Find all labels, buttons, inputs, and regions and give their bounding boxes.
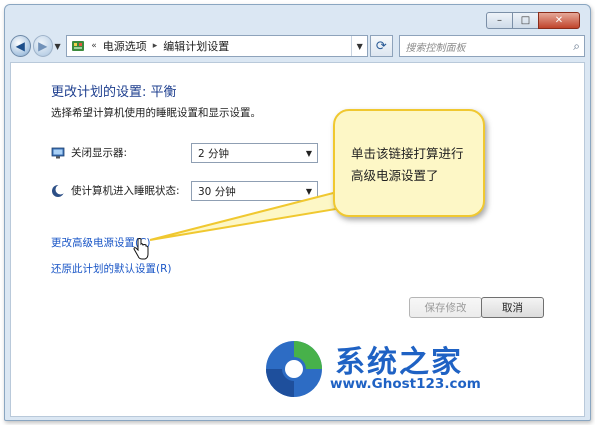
chevron-down-icon: ▼: [305, 186, 313, 196]
restore-defaults-link[interactable]: 还原此计划的默认设置(R): [51, 261, 172, 276]
setting-row-display: 关闭显示器:: [51, 145, 191, 160]
navigation-bar: ◀ ▶ ▼ « 电源选项 ▸ 编辑计划设置 ▼ ⟳ 搜索控制面板 ⌕: [10, 33, 586, 59]
sleep-select[interactable]: 30 分钟 ▼: [191, 181, 318, 201]
callout-bubble: 单击该链接打算进行高级电源设置了: [333, 109, 485, 217]
forward-button[interactable]: ▶: [32, 35, 53, 57]
refresh-button[interactable]: ⟳: [370, 35, 393, 57]
callout-text: 单击该链接打算进行高级电源设置了: [351, 146, 464, 183]
page-title: 更改计划的设置: 平衡: [51, 85, 177, 100]
address-dropdown-icon[interactable]: ▼: [351, 36, 367, 56]
search-icon[interactable]: ⌕: [573, 39, 580, 54]
breadcrumb-power-options[interactable]: 电源选项: [103, 38, 147, 54]
back-arrow-icon: ◀: [15, 39, 25, 53]
watermark-url: www.Ghost123.com: [330, 376, 481, 392]
search-placeholder: 搜索控制面板: [405, 42, 466, 54]
setting-row-sleep: 使计算机进入睡眠状态:: [51, 183, 191, 198]
display-off-select[interactable]: 2 分钟 ▼: [191, 143, 318, 163]
sleep-label: 使计算机进入睡眠状态:: [71, 185, 180, 197]
ghost-logo-icon: [266, 341, 322, 397]
maximize-button[interactable]: □: [512, 12, 539, 29]
recent-pages-dropdown[interactable]: ▼: [53, 42, 62, 51]
hand-cursor-icon: [133, 238, 149, 260]
display-off-label: 关闭显示器:: [71, 147, 128, 159]
display-off-value: 2 分钟: [198, 147, 230, 160]
sleep-value: 30 分钟: [198, 185, 236, 198]
cancel-button[interactable]: 取消: [481, 297, 544, 318]
window-controls: – □ ✕: [486, 12, 580, 29]
breadcrumb-separator[interactable]: ▸: [153, 41, 158, 51]
save-changes-button[interactable]: 保存修改: [409, 297, 482, 318]
minimize-button[interactable]: –: [486, 12, 513, 29]
breadcrumb-prefix[interactable]: «: [91, 41, 97, 51]
refresh-icon: ⟳: [375, 38, 387, 54]
page-subtitle: 选择希望计算机使用的睡眠设置和显示设置。: [51, 107, 261, 119]
forward-arrow-icon: ▶: [38, 39, 48, 53]
moon-icon: [52, 184, 65, 197]
monitor-icon: [51, 147, 65, 158]
watermark-title: 系统之家: [335, 345, 463, 380]
close-button[interactable]: ✕: [538, 12, 580, 29]
control-panel-icon: [72, 41, 85, 51]
chevron-down-icon: ▼: [305, 148, 313, 158]
breadcrumb-edit-plan[interactable]: 编辑计划设置: [163, 38, 229, 54]
address-bar[interactable]: « 电源选项 ▸ 编辑计划设置 ▼: [66, 35, 369, 57]
search-input[interactable]: 搜索控制面板 ⌕: [398, 35, 586, 57]
back-button[interactable]: ◀: [10, 35, 31, 57]
